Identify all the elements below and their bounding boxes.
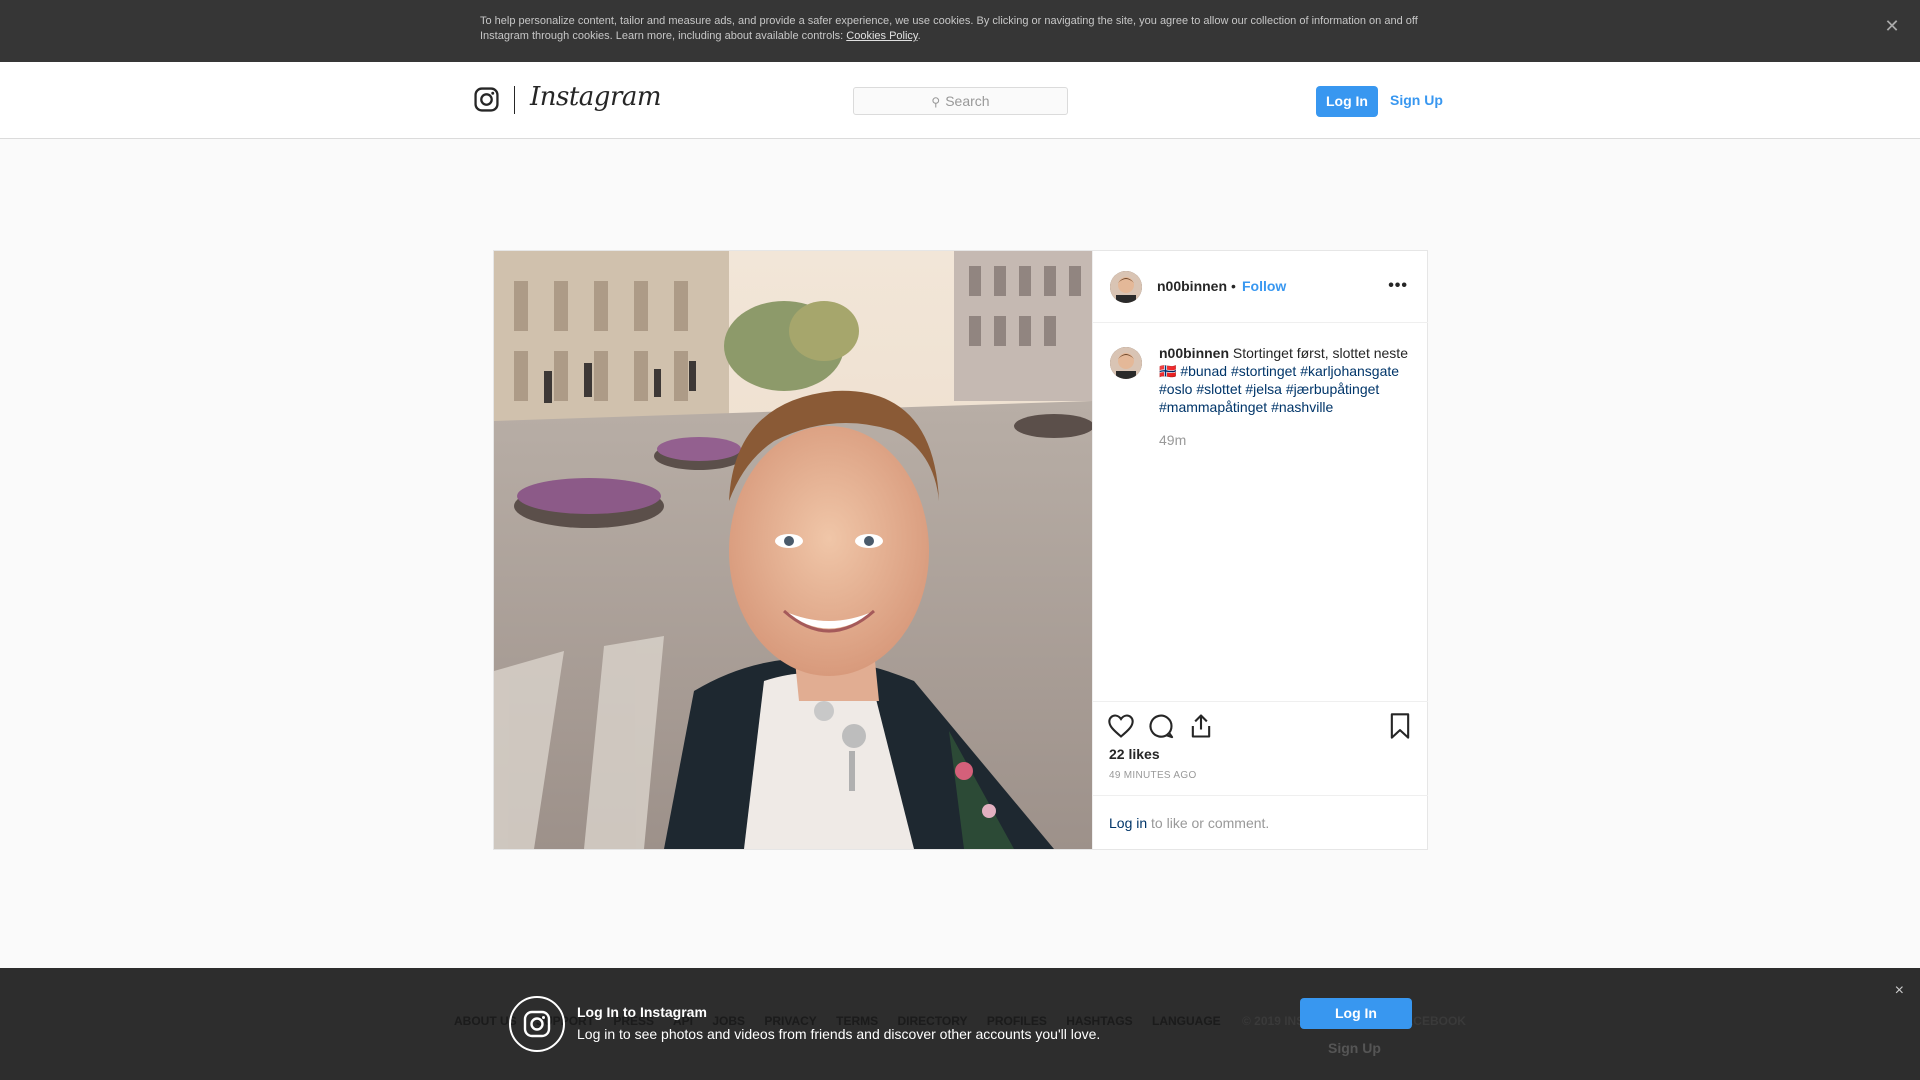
selfie-photo-illustration bbox=[494, 251, 1092, 849]
instagram-camera-icon bbox=[509, 996, 565, 1052]
hashtag-link[interactable]: #mammapåtinget bbox=[1159, 399, 1267, 415]
hashtag-link[interactable]: #bunad bbox=[1180, 363, 1227, 379]
cookie-banner: To help personalize content, tailor and … bbox=[0, 0, 1920, 62]
post-actions: 22 likes 49 MINUTES AGO Log in to like o… bbox=[1093, 701, 1428, 849]
overlay-title: Log In to Instagram bbox=[577, 1004, 707, 1020]
login-prompt-text: to like or comment. bbox=[1147, 815, 1270, 831]
share-icon[interactable] bbox=[1187, 712, 1215, 740]
login-link[interactable]: Log in bbox=[1109, 815, 1147, 831]
login-prompt: Log in to like or comment. bbox=[1109, 815, 1269, 831]
caption-timestamp: 49m bbox=[1159, 432, 1187, 448]
cookies-policy-link[interactable]: Cookies Policy bbox=[846, 30, 917, 42]
signup-link[interactable]: Sign Up bbox=[1390, 88, 1443, 112]
post-header: n00binnen • Follow ••• bbox=[1093, 251, 1428, 323]
more-options-icon[interactable]: ••• bbox=[1388, 277, 1408, 295]
logo-divider bbox=[514, 86, 515, 114]
heart-icon[interactable] bbox=[1107, 712, 1135, 740]
cookie-text: To help personalize content, tailor and … bbox=[480, 15, 1418, 42]
search-icon: ⚲ bbox=[931, 95, 941, 109]
follow-button[interactable]: Follow bbox=[1242, 278, 1286, 294]
bookmark-icon[interactable] bbox=[1386, 712, 1414, 740]
hashtag-link[interactable]: #nashville bbox=[1271, 399, 1333, 415]
overlay-subtitle: Log in to see photos and videos from fri… bbox=[577, 1026, 1101, 1042]
close-icon[interactable]: × bbox=[1895, 982, 1904, 1000]
overlay-login-button[interactable]: Log In bbox=[1300, 998, 1412, 1029]
separator-dot: • bbox=[1231, 278, 1236, 294]
overlay-signup-link[interactable]: Sign Up bbox=[1328, 1040, 1381, 1056]
hashtag-link[interactable]: #oslo bbox=[1159, 381, 1192, 397]
hashtag-link[interactable]: #slottet bbox=[1196, 381, 1241, 397]
search-placeholder: Search bbox=[945, 93, 990, 109]
hashtag-link[interactable]: #stortinget bbox=[1231, 363, 1296, 379]
comment-icon[interactable] bbox=[1147, 712, 1175, 740]
likes-count[interactable]: 22 likes bbox=[1109, 746, 1160, 762]
close-icon[interactable]: ✕ bbox=[1880, 14, 1904, 38]
login-overlay-bar: ABOUT US SUPPORT PRESS API JOBS PRIVACY … bbox=[0, 968, 1920, 1080]
instagram-wordmark[interactable]: Instagram bbox=[530, 82, 662, 112]
cookie-message: To help personalize content, tailor and … bbox=[480, 15, 1418, 42]
post-caption: n00binnen Stortinget først, slottet nest… bbox=[1159, 344, 1417, 416]
hashtag-link[interactable]: #karljohansgate bbox=[1300, 363, 1399, 379]
footer-link: ABOUT US bbox=[454, 1014, 517, 1028]
search-input[interactable]: ⚲ Search bbox=[853, 87, 1068, 115]
caption-username[interactable]: n00binnen bbox=[1159, 345, 1229, 361]
login-button[interactable]: Log In bbox=[1316, 86, 1378, 117]
login-to-comment-row: Log in to like or comment. bbox=[1093, 795, 1428, 850]
hashtag-link[interactable]: #jelsa bbox=[1245, 381, 1282, 397]
hashtag-link[interactable]: #jærbupåtinget bbox=[1286, 381, 1379, 397]
post-time-ago: 49 MINUTES AGO bbox=[1109, 770, 1197, 781]
post-card: n00binnen • Follow ••• n00binnen Stortin… bbox=[493, 250, 1428, 850]
avatar[interactable] bbox=[1110, 271, 1142, 303]
post-photo[interactable] bbox=[494, 251, 1092, 849]
caption-avatar[interactable] bbox=[1110, 347, 1142, 379]
footer-link: LANGUAGE bbox=[1152, 1014, 1221, 1028]
post-username[interactable]: n00binnen bbox=[1157, 278, 1227, 294]
post-sidebar: n00binnen • Follow ••• n00binnen Stortin… bbox=[1092, 251, 1428, 849]
top-header: Instagram ⚲ Search Log In Sign Up bbox=[0, 62, 1920, 139]
instagram-camera-icon[interactable] bbox=[474, 87, 499, 112]
